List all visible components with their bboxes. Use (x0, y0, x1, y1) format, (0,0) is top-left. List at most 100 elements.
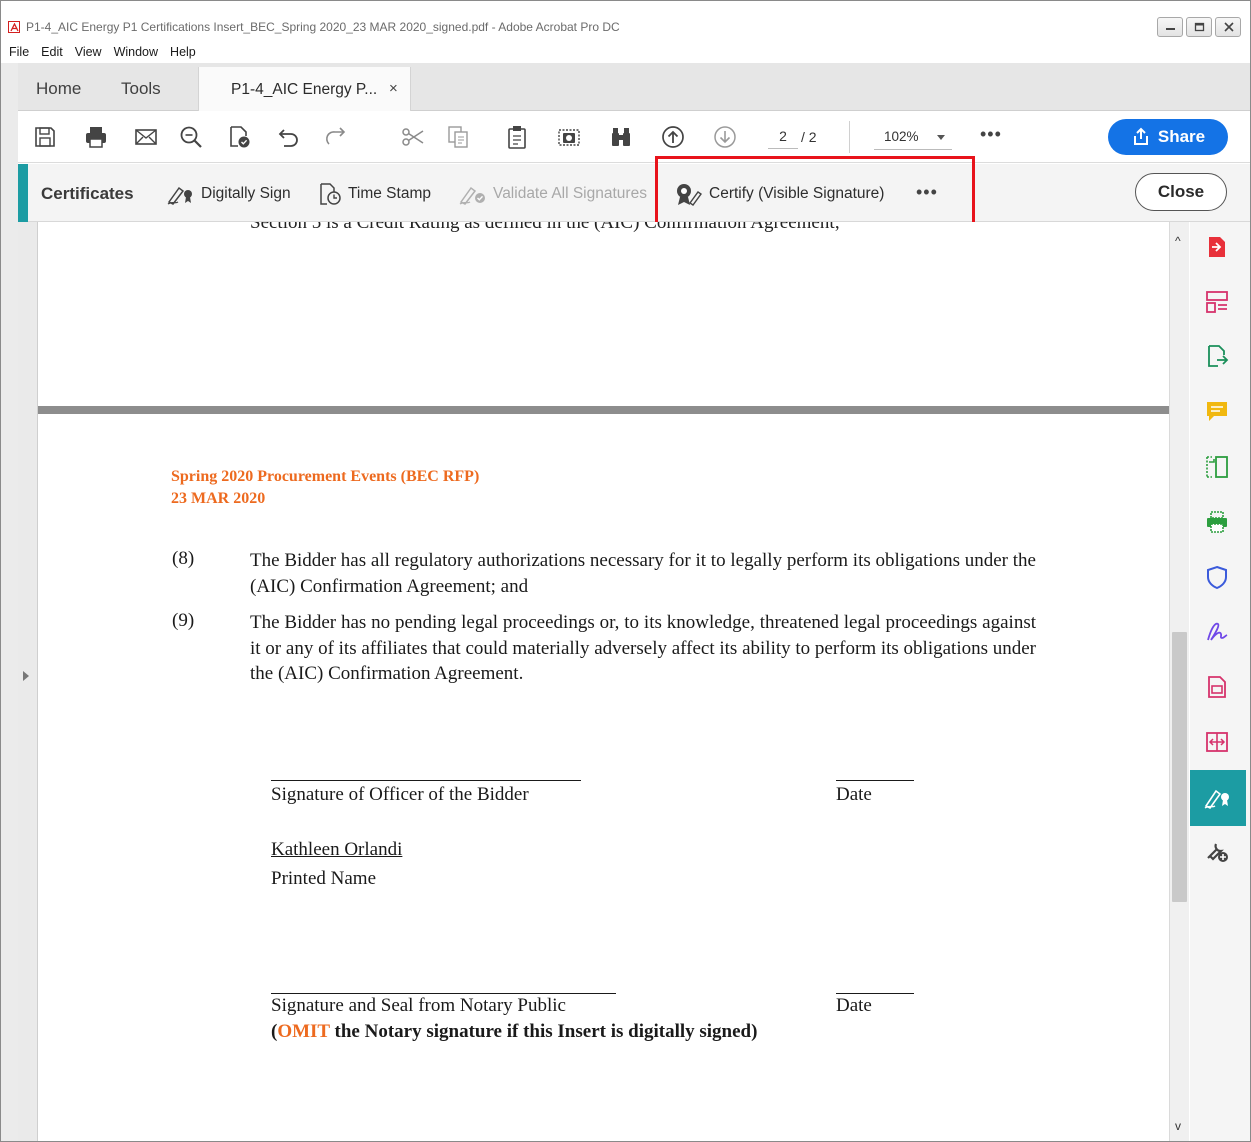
menu-file[interactable]: File (9, 43, 37, 63)
pen-certificate-icon (167, 186, 192, 205)
share-button[interactable]: Share (1108, 119, 1228, 155)
print-production-icon[interactable] (1204, 509, 1230, 535)
omit-rest-text: the Notary signature if this Insert is d… (329, 1021, 752, 1042)
main-toolbar: 2 / 2 102% ••• Share (18, 111, 1250, 163)
certificates-toolbar: Certificates Digitally Sign Time Stamp V… (18, 164, 1250, 222)
menu-view[interactable]: View (75, 43, 110, 63)
protect-icon[interactable] (1204, 564, 1230, 590)
toolbar-divider (849, 121, 850, 153)
zoom-search-icon[interactable] (178, 124, 204, 150)
tab-home[interactable]: Home (36, 79, 81, 99)
page-up-icon[interactable] (660, 124, 686, 150)
officer-signature-line (271, 780, 581, 781)
document-view: Section 5 is a Credit Rating as defined … (38, 222, 1169, 1141)
tab-tools[interactable]: Tools (121, 79, 161, 99)
certificates-tool-active-button[interactable] (1190, 770, 1246, 826)
right-tools-pane (1190, 222, 1250, 1141)
edit-pdf-icon[interactable] (226, 124, 252, 150)
scroll-down-icon[interactable]: v (1175, 1119, 1181, 1133)
time-stamp-button[interactable]: Time Stamp (317, 182, 431, 206)
email-icon[interactable] (133, 124, 159, 150)
toolbar-more-button[interactable]: ••• (980, 124, 1002, 145)
omit-close-paren: ) (751, 1021, 758, 1042)
menu-edit[interactable]: Edit (41, 43, 71, 63)
undo-icon[interactable] (276, 124, 302, 150)
digitally-sign-button[interactable]: Digitally Sign (166, 182, 291, 206)
copy-icon[interactable] (445, 124, 471, 150)
close-tab-icon[interactable]: × (389, 80, 398, 97)
tab-bar: Home Tools P1-4_AIC Energy P... × (18, 63, 1250, 112)
chevron-down-icon[interactable] (937, 135, 945, 140)
save-icon[interactable] (32, 124, 58, 150)
title-bar: P1-4_AIC Energy P1 Certifications Insert… (1, 1, 1250, 43)
create-pdf-icon[interactable] (1204, 674, 1230, 700)
notary-date-label: Date (836, 995, 872, 1016)
menu-help[interactable]: Help (170, 43, 204, 63)
scroll-up-icon[interactable]: ^ (1175, 234, 1181, 248)
share-icon (1133, 127, 1148, 145)
acrobat-app-icon (8, 21, 20, 33)
certificates-icon (1204, 789, 1229, 810)
certificates-title: Certificates (41, 184, 134, 203)
minimize-button[interactable] (1157, 17, 1183, 37)
time-stamp-label: Time Stamp (348, 185, 431, 202)
window-title: P1-4_AIC Energy P1 Certifications Insert… (26, 20, 620, 34)
omit-notary-note: (OMIT the Notary signature if this Inser… (271, 1021, 757, 1043)
item-number: (9) (172, 610, 195, 631)
document-tab-label: P1-4_AIC Energy P... (231, 81, 378, 98)
print-icon[interactable] (83, 124, 109, 150)
notary-signature-label: Signature and Seal from Notary Public (271, 995, 566, 1016)
cut-icon[interactable] (400, 124, 426, 150)
validate-signature-icon (459, 186, 485, 205)
notary-date-line (836, 993, 914, 994)
export-file-icon[interactable] (1204, 343, 1230, 369)
notary-signature-line (271, 993, 616, 994)
item-text: The Bidder has all regulatory authorizat… (250, 550, 1036, 597)
window-controls (1157, 17, 1241, 37)
certificates-accent-bar (18, 164, 28, 222)
fill-sign-icon[interactable] (1204, 619, 1230, 645)
redo-icon[interactable] (322, 124, 348, 150)
time-stamp-icon (320, 183, 341, 205)
left-navigation-pane (18, 222, 38, 1141)
tab-document[interactable]: P1-4_AIC Energy P... × (198, 67, 411, 112)
page-break-divider (38, 406, 1169, 414)
menu-bar: File Edit View Window Help (1, 43, 1250, 63)
share-label: Share (1157, 127, 1206, 146)
comment-icon[interactable] (1204, 398, 1230, 424)
close-window-button[interactable] (1215, 17, 1241, 37)
left-window-margin (1, 63, 18, 1141)
current-page-input[interactable]: 2 (768, 128, 798, 149)
more-tools-icon[interactable] (1204, 838, 1230, 864)
total-pages: / 2 (801, 129, 817, 145)
validate-all-label: Validate All Signatures (493, 185, 647, 202)
close-tool-button[interactable]: Close (1135, 173, 1227, 211)
snapshot-icon[interactable] (556, 124, 582, 150)
omit-keyword: OMIT (277, 1021, 330, 1042)
officer-signature-label: Signature of Officer of the Bidder (271, 784, 529, 805)
document-header-date: 23 MAR 2020 (171, 490, 266, 507)
officer-date-label: Date (836, 784, 872, 805)
organize-pages-icon[interactable] (1204, 289, 1230, 315)
export-pdf-icon[interactable] (1204, 234, 1230, 260)
menu-window[interactable]: Window (114, 43, 166, 63)
item-number: (8) (172, 548, 195, 569)
find-binoculars-icon[interactable] (608, 124, 634, 150)
previous-page-text-fragment: Section 5 is a Credit Rating as defined … (250, 222, 840, 233)
vertical-scrollbar[interactable]: ^ v (1169, 222, 1189, 1141)
scrollbar-thumb[interactable] (1172, 632, 1187, 902)
maximize-button[interactable] (1186, 17, 1212, 37)
expand-left-pane-icon[interactable] (23, 671, 29, 681)
document-header-event: Spring 2020 Procurement Events (BEC RFP) (171, 468, 480, 485)
compress-icon[interactable] (1204, 454, 1230, 480)
validate-all-signatures-button[interactable]: Validate All Signatures (458, 182, 647, 206)
compare-icon[interactable] (1204, 729, 1230, 755)
acrobat-window: P1-4_AIC Energy P1 Certifications Insert… (0, 0, 1251, 1142)
item-text: The Bidder has no pending legal proceedi… (250, 612, 1037, 684)
page-down-icon[interactable] (712, 124, 738, 150)
digitally-sign-label: Digitally Sign (201, 185, 291, 202)
paste-icon[interactable] (504, 124, 530, 150)
officer-date-line (836, 780, 914, 781)
printed-name-label: Printed Name (271, 868, 377, 889)
printed-name-value: Kathleen Orlandi (271, 839, 403, 860)
